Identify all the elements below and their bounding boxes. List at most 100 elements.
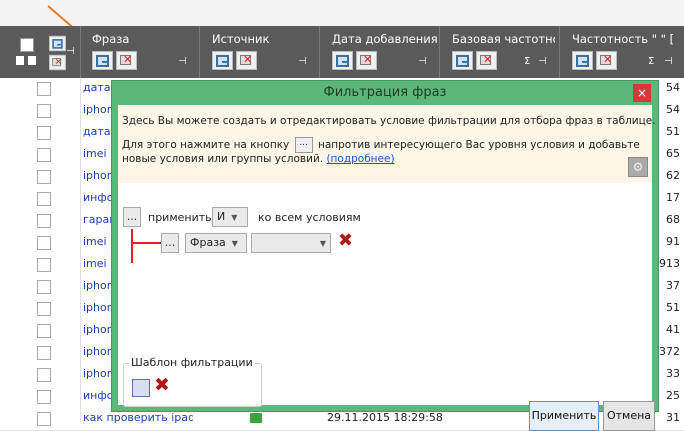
row-checkbox[interactable] [37,170,51,184]
header-col-date[interactable]: Дата добавления ⊣ [320,26,440,78]
pin-icon[interactable]: ⊣ [538,56,547,67]
filter-template-label: Шаблон фильтрации [129,356,255,369]
row-frequency: 33 [666,367,680,380]
row-checkbox[interactable] [37,258,51,272]
info-text-line2: Для этого нажмите на кнопку ... напротив… [122,137,640,153]
filter-icon[interactable] [332,51,353,70]
gear-icon[interactable]: ⚙ [628,157,648,177]
info-text-line3-text: новые условия или группы условий. [122,153,324,165]
row-checkbox[interactable] [37,126,51,140]
row-checkbox[interactable] [37,302,51,316]
apply-label: применить [148,211,212,224]
row-frequency: 65 [666,147,680,160]
info-text-line1: Здесь Вы можете создать и отредактироват… [122,115,656,127]
clear-filter-icon[interactable] [236,51,257,70]
header-col-base-freq[interactable]: Базовая частотно Σ ⊣ [440,26,560,78]
row-frequency: 372 [659,345,680,358]
cancel-button[interactable]: Отмена [603,401,655,431]
clear-filter-icon[interactable] [356,51,377,70]
info-text-line3: новые условия или группы условий. (подро… [122,153,395,165]
column-divider [80,78,81,422]
condition-operator-select[interactable]: ▼ [251,233,331,253]
row-frequency: 41 [666,323,680,336]
column-title-date: Дата добавления [332,32,437,46]
row-checkbox[interactable] [37,214,51,228]
column-title-source: Источник [212,32,270,46]
row-checkbox[interactable] [37,346,51,360]
delete-template-icon[interactable]: ✖ [154,374,170,396]
logic-operator-value: И [217,210,226,223]
row-frequency: 37 [666,279,680,292]
row-checkbox[interactable] [37,104,51,118]
row-frequency: 54 [666,81,680,94]
row-checkbox[interactable] [37,236,51,250]
row-checkbox[interactable] [37,82,51,96]
pin-icon[interactable]: ⊣ [418,56,427,67]
condition-menu-button[interactable]: ... [161,233,179,253]
pin-icon[interactable]: ⊣ [178,56,187,67]
row-frequency: 68 [666,213,680,226]
to-all-conditions-label: ко всем условиям [258,211,361,224]
dialog-body: Здесь Вы можете создать и отредактироват… [118,105,656,431]
condition-field-select[interactable]: Фраза ▼ [185,233,247,253]
row-frequency: 62 [666,169,680,182]
row-frequency: 51 [666,301,680,314]
header-select-column: ⊣ [0,26,81,78]
column-title-phrase: Фраза [92,32,130,46]
pin-icon[interactable]: ⊣ [298,56,307,67]
logic-operator-select[interactable]: И ▼ [212,207,248,227]
deselect-mode-icon[interactable] [28,56,36,65]
pin-icon[interactable]: ⊣ [66,46,75,57]
more-info-link[interactable]: (подробнее) [326,153,394,165]
info-ellipsis-sample: ... [294,137,313,153]
row-phrase[interactable]: как проверить ipad [83,411,193,424]
sigma-icon[interactable]: Σ [524,56,530,67]
clear-filter-icon[interactable] [596,51,617,70]
filter-icon[interactable] [212,51,233,70]
select-all-checkbox[interactable] [20,38,34,52]
apply-button[interactable]: Применить [529,401,599,431]
condition-field-value: Фраза [190,236,226,249]
row-checkbox[interactable] [37,390,51,404]
clear-filter-icon[interactable] [476,51,497,70]
header-col-freq-quoted[interactable]: Частотность " " [ Σ ⊣ [560,26,684,78]
header-col-source[interactable]: Источник ⊣ [200,26,320,78]
delete-condition-icon[interactable]: ✖ [338,230,353,251]
root-group-menu-button[interactable]: ... [123,207,141,227]
filter-icon[interactable] [572,51,593,70]
clear-filter-icon[interactable] [49,54,66,71]
pin-icon[interactable]: ⊣ [664,56,673,67]
chevron-down-icon: ▼ [231,213,238,222]
info-text-line2b: напротив интересующего Вас уровня услови… [317,139,640,151]
sigma-icon[interactable]: Σ [648,56,654,67]
header-col-phrase[interactable]: Фраза ⊣ [80,26,200,78]
filter-icon[interactable] [92,51,113,70]
chevron-down-icon: ▼ [319,239,326,248]
save-template-icon[interactable] [132,379,150,397]
row-frequency: 913 [659,257,680,270]
row-frequency: 54 [666,103,680,116]
row-frequency: 31 [666,411,680,424]
row-checkbox[interactable] [37,324,51,338]
filter-template-group: Шаблон фильтрации ✖ [123,356,262,407]
close-icon[interactable]: × [633,84,651,102]
filter-icon[interactable] [452,51,473,70]
grid-header: ⊣ Фраза ⊣ Источник ⊣ Дата добавления ⊣ Б… [0,26,684,78]
clear-filter-icon[interactable] [116,51,137,70]
condition-tree-branch [131,242,161,244]
row-checkbox[interactable] [37,368,51,382]
filter-dialog: Фильтрация фраз × Здесь Вы можете создат… [111,80,659,431]
info-panel: Здесь Вы можете создать и отредактироват… [118,105,656,183]
chevron-down-icon: ▼ [231,239,238,248]
row-frequency: 91 [666,235,680,248]
row-checkbox[interactable] [37,192,51,206]
row-checkbox[interactable] [37,280,51,294]
info-text-line2a: Для этого нажмите на кнопку [122,139,290,151]
row-checkbox[interactable] [37,412,51,426]
condition-tree-line [131,229,133,263]
select-mode-icon[interactable] [16,56,24,65]
row-frequency: 17 [666,191,680,204]
row-frequency: 25 [666,389,680,402]
filter-icon[interactable] [49,35,66,52]
row-checkbox[interactable] [37,148,51,162]
